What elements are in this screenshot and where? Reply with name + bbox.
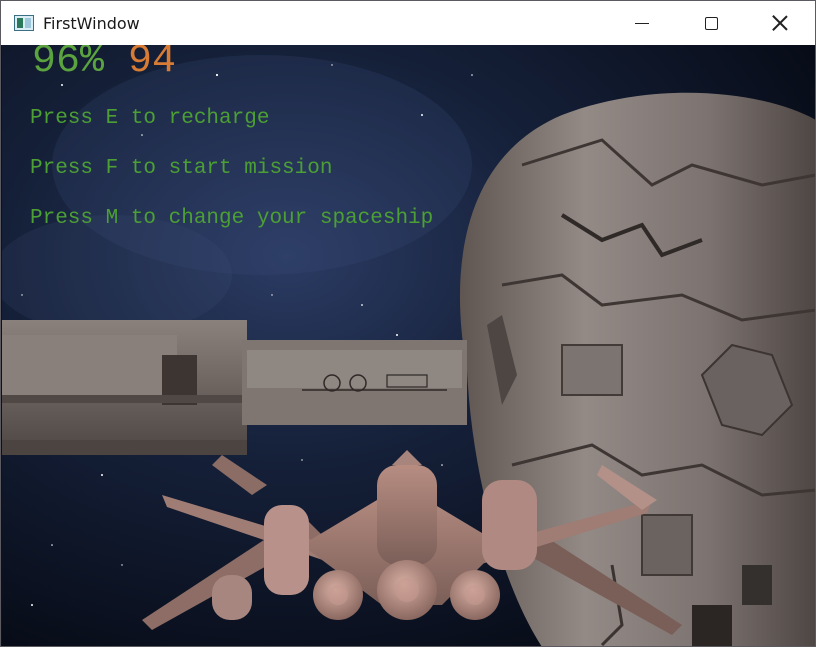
instruction-recharge: Press E to recharge: [30, 107, 270, 130]
title-bar[interactable]: FirstWindow: [1, 1, 815, 45]
health-percentage: 96%: [32, 45, 105, 84]
ammo-count: 94: [128, 45, 177, 84]
window-title: FirstWindow: [43, 13, 140, 33]
maximize-button[interactable]: [688, 1, 734, 45]
hud-stats: 96% 94: [32, 45, 176, 84]
maximize-icon: [704, 16, 718, 30]
minimize-button[interactable]: [619, 1, 665, 45]
minimize-icon: [635, 22, 649, 24]
app-window: FirstWindow 96% 94 Press E to recharge P…: [0, 0, 816, 647]
game-viewport[interactable]: 96% 94 Press E to recharge Press F to sta…: [2, 45, 815, 646]
app-window-icon[interactable]: [14, 15, 34, 31]
nebula-cloud: [2, 215, 232, 335]
instruction-start-mission: Press F to start mission: [30, 157, 333, 180]
close-icon: [772, 15, 788, 31]
instruction-change-spaceship: Press M to change your spaceship: [30, 207, 434, 230]
close-button[interactable]: [757, 1, 803, 45]
game-scene: [2, 45, 815, 646]
